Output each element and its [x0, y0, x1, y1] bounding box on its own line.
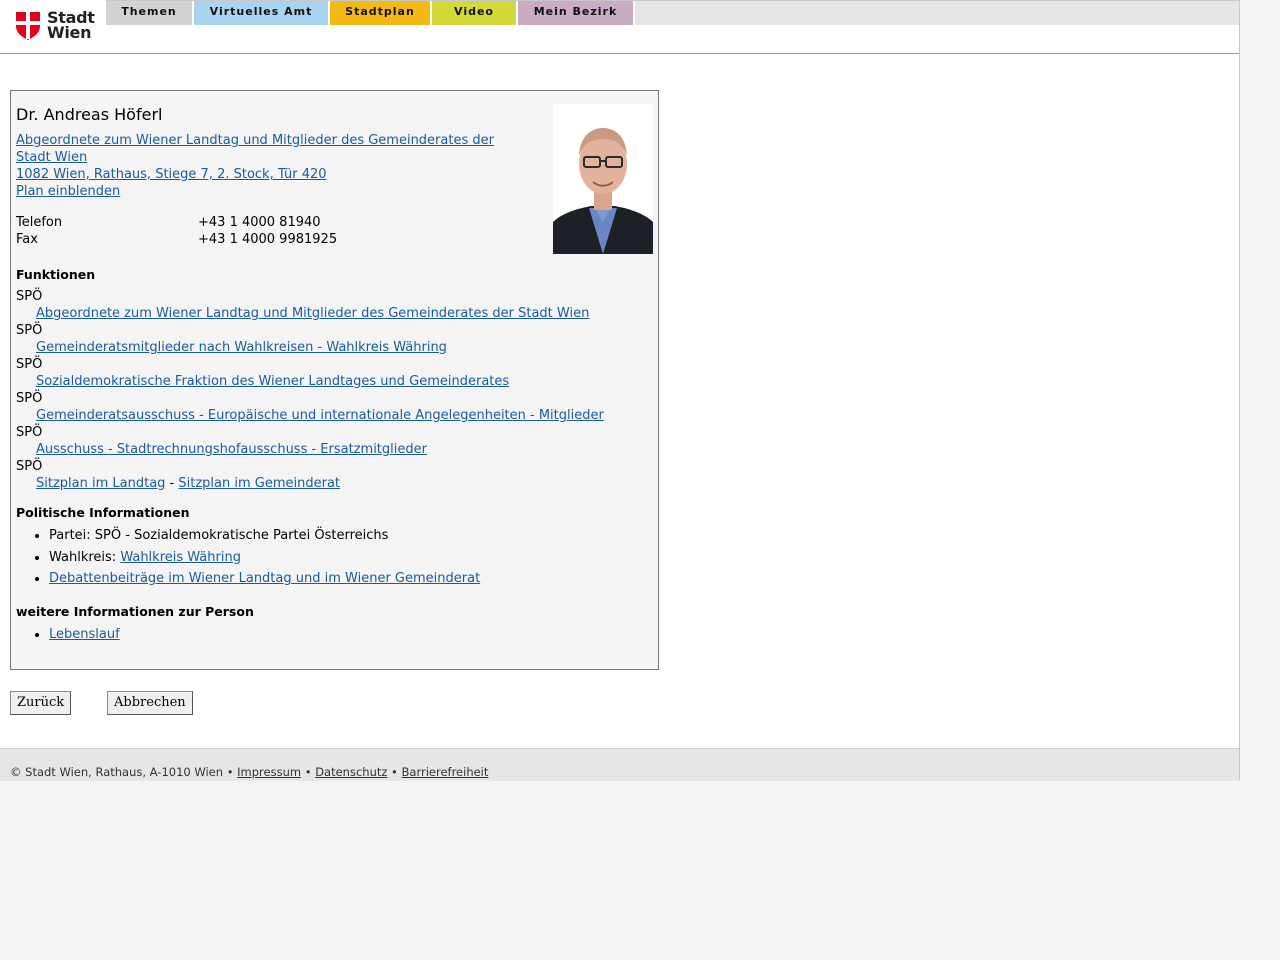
datenschutz-link[interactable]: Datenschutz	[315, 765, 387, 779]
wahlkreis-label: Wahlkreis:	[49, 549, 121, 565]
wien-shield-icon	[16, 12, 40, 40]
funktionen-list: SPÖ Abgeordnete zum Wiener Landtag und M…	[16, 288, 604, 492]
funktion-link[interactable]: Sozialdemokratische Fraktion des Wiener …	[36, 374, 509, 389]
debattenbeitraege-link[interactable]: Debattenbeiträge im Wiener Landtag und i…	[49, 571, 480, 586]
funktion-party: SPÖ	[16, 425, 43, 440]
nav-tab-video[interactable]: Video	[432, 1, 518, 25]
role-link[interactable]: Abgeordnete zum Wiener Landtag und Mitgl…	[16, 132, 506, 166]
cancel-button[interactable]: Abbrechen	[107, 691, 193, 715]
footer-separator: •	[301, 765, 316, 779]
nav-tab-mein-bezirk[interactable]: Mein Bezirk	[518, 1, 635, 25]
footer-text: © Stadt Wien, Rathaus, A-1010 Wien • Imp…	[10, 765, 488, 779]
partei-text: Partei: SPÖ - Sozialdemokratische Partei…	[49, 528, 389, 543]
funktion-party: SPÖ	[16, 459, 43, 474]
contact-row-fax: Fax +43 1 4000 9981925	[16, 231, 337, 248]
list-item: Partei: SPÖ - Sozialdemokratische Partei…	[49, 525, 480, 547]
weitere-informationen-heading: weitere Informationen zur Person	[16, 604, 254, 619]
funktion-link[interactable]: Abgeordnete zum Wiener Landtag und Mitgl…	[36, 306, 589, 321]
list-item: Lebenslauf	[49, 624, 120, 645]
funktion-party: SPÖ	[16, 357, 43, 372]
lebenslauf-link[interactable]: Lebenslauf	[49, 627, 120, 642]
back-button[interactable]: Zurück	[10, 691, 72, 715]
list-item: Wahlkreis: Wahlkreis Währing	[49, 547, 480, 569]
funktion-party: SPÖ	[16, 323, 43, 338]
politische-informationen-list: Partei: SPÖ - Sozialdemokratische Partei…	[16, 525, 480, 590]
portrait-image	[553, 104, 653, 254]
impressum-link[interactable]: Impressum	[237, 765, 301, 779]
weitere-informationen-list: Lebenslauf	[16, 624, 120, 645]
sitzplan-landtag-link[interactable]: Sitzplan im Landtag	[36, 476, 165, 491]
contact-value: +43 1 4000 81940	[198, 215, 321, 230]
nav-tab-stadtplan[interactable]: Stadtplan	[330, 1, 432, 25]
person-name: Dr. Andreas Höferl	[16, 105, 163, 124]
funktion-link[interactable]: Gemeinderatsmitglieder nach Wahlkreisen …	[36, 340, 447, 355]
list-item: Debattenbeiträge im Wiener Landtag und i…	[49, 568, 480, 590]
wahlkreis-link[interactable]: Wahlkreis Währing	[120, 550, 241, 565]
funktion-link[interactable]: Gemeinderatsausschuss - Europäische und …	[36, 408, 604, 423]
contact-value: +43 1 4000 9981925	[198, 232, 338, 247]
site-footer: © Stadt Wien, Rathaus, A-1010 Wien • Imp…	[0, 748, 1239, 781]
person-photo	[553, 104, 653, 254]
person-card: Dr. Andreas Höferl Abgeordnete zum Wiene…	[10, 90, 659, 670]
contact-label: Fax	[16, 232, 38, 247]
site-header: Stadt Wien Themen Virtuelles Amt Stadtpl…	[0, 0, 1239, 54]
sitzplan-gemeinderat-link[interactable]: Sitzplan im Gemeinderat	[178, 476, 340, 491]
nav-tab-virtuelles-amt[interactable]: Virtuelles Amt	[194, 1, 330, 25]
funktion-party: SPÖ	[16, 391, 43, 406]
logo-line-2: Wien	[47, 23, 92, 42]
footer-copyright: © Stadt Wien, Rathaus, A-1010 Wien •	[10, 765, 238, 779]
stadt-wien-logo[interactable]: Stadt Wien	[16, 10, 95, 42]
funktionen-heading: Funktionen	[16, 267, 96, 282]
funktion-link[interactable]: Ausschuss - Stadtrechnungshofausschuss -…	[36, 442, 427, 457]
nav-tab-themen[interactable]: Themen	[106, 1, 194, 25]
contact-row-telefon: Telefon +43 1 4000 81940	[16, 214, 337, 231]
contact-label: Telefon	[16, 215, 63, 230]
footer-separator: •	[387, 765, 402, 779]
contact-table: Telefon +43 1 4000 81940 Fax +43 1 4000 …	[16, 214, 337, 248]
plan-einblenden-link[interactable]: Plan einblenden	[16, 183, 506, 200]
funktion-party: SPÖ	[16, 289, 43, 304]
politische-informationen-heading: Politische Informationen	[16, 505, 190, 520]
address-block: Abgeordnete zum Wiener Landtag und Mitgl…	[16, 132, 506, 200]
address-link[interactable]: 1082 Wien, Rathaus, Stiege 7, 2. Stock, …	[16, 166, 506, 183]
barrierefreiheit-link[interactable]: Barrierefreiheit	[402, 765, 489, 779]
logo-wordmark: Stadt Wien	[47, 10, 95, 42]
sitzplan-separator: -	[165, 476, 179, 491]
